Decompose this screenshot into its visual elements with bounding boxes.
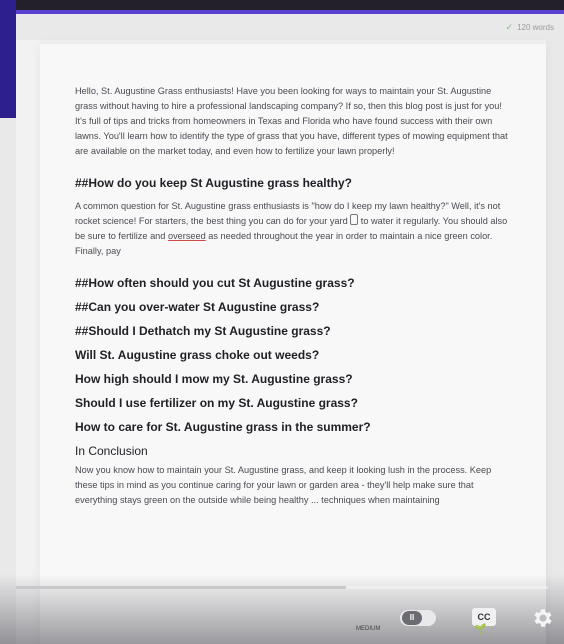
- conclusion-paragraph: Now you know how to maintain your St. Au…: [75, 465, 492, 505]
- video-progress-fill: [16, 586, 346, 589]
- video-progress-bar[interactable]: [16, 586, 548, 589]
- check-icon: ✓: [505, 22, 514, 32]
- paragraph-keep-healthy: A common question for St. Augustine gras…: [75, 199, 515, 259]
- heading-summer-care: How to care for St. Augustine grass in t…: [75, 420, 371, 434]
- medium-label: MEDIUM: [356, 626, 381, 632]
- heading-fertilizer: Should I use fertilizer on my St. August…: [75, 396, 358, 410]
- spellcheck-word[interactable]: overseed: [168, 231, 206, 241]
- word-count: 120 words: [517, 23, 554, 32]
- intro-paragraph: Hello, St. Augustine Grass enthusiasts! …: [75, 86, 508, 156]
- document-content[interactable]: Hello, St. Augustine Grass enthusiasts! …: [75, 84, 515, 520]
- heading-cut: ##How often should you cut St Augustine …: [75, 276, 355, 290]
- heading-keep-healthy: ##How do you keep St Augustine grass hea…: [75, 176, 352, 190]
- heading-dethatch: ##Should I Dethatch my St Augustine gras…: [75, 324, 331, 338]
- purple-accent: [0, 0, 16, 118]
- plant-icon: 🌱: [474, 624, 487, 635]
- heading-conclusion: In Conclusion: [75, 444, 148, 458]
- autoplay-toggle[interactable]: II: [400, 610, 436, 626]
- gear-icon[interactable]: [530, 606, 554, 630]
- status-row: ✓ 120 words: [506, 22, 554, 33]
- heading-weeds: Will St. Augustine grass choke out weeds…: [75, 348, 320, 362]
- heading-overwater: ##Can you over-water St Augustine grass?: [75, 300, 320, 314]
- heading-mow-height: How high should I mow my St. Augustine g…: [75, 372, 353, 386]
- purple-strip: [0, 10, 564, 14]
- pause-icon: II: [402, 611, 422, 625]
